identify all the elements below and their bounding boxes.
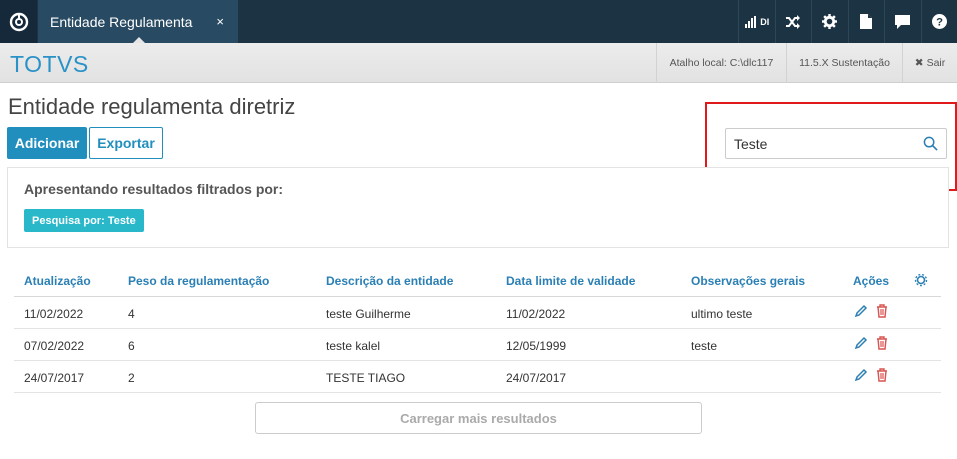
add-button[interactable]: Adicionar bbox=[7, 127, 87, 159]
delete-icon[interactable] bbox=[876, 336, 888, 355]
col-acoes: Ações bbox=[853, 274, 890, 288]
totvs-logo-icon[interactable] bbox=[0, 0, 37, 43]
cell-peso: 4 bbox=[128, 307, 135, 321]
cell-peso: 2 bbox=[128, 371, 135, 385]
col-atualizacao[interactable]: Atualização bbox=[24, 274, 91, 288]
chat-icon[interactable] bbox=[884, 0, 921, 43]
tab-label: Entidade Regulamenta bbox=[50, 13, 193, 30]
table-header: Atualização Peso da regulamentação Descr… bbox=[14, 264, 941, 297]
col-descricao[interactable]: Descrição da entidade bbox=[326, 274, 453, 288]
cell-peso: 6 bbox=[128, 339, 135, 353]
cell-data-limite: 11/02/2022 bbox=[506, 307, 566, 321]
search-input[interactable] bbox=[734, 135, 914, 153]
edit-icon[interactable] bbox=[854, 336, 868, 355]
cell-observacoes: ultimo teste bbox=[691, 307, 753, 321]
edit-icon[interactable] bbox=[854, 368, 868, 387]
column-settings-icon[interactable] bbox=[914, 273, 928, 292]
cell-data-limite: 24/07/2017 bbox=[506, 371, 567, 385]
logout-button[interactable]: ✖ Sair bbox=[902, 43, 957, 83]
export-button[interactable]: Exportar bbox=[89, 127, 163, 159]
document-icon[interactable] bbox=[847, 0, 885, 43]
top-icon-bar: DI ? bbox=[738, 0, 957, 43]
table-row: 24/07/2017 2 TESTE TIAGO 24/07/2017 bbox=[14, 361, 941, 393]
results-table: Atualização Peso da regulamentação Descr… bbox=[14, 264, 941, 393]
close-icon: ✖ bbox=[914, 57, 924, 69]
delete-icon[interactable] bbox=[876, 368, 888, 387]
edit-icon[interactable] bbox=[854, 304, 868, 323]
table-row: 11/02/2022 4 teste Guilherme 11/02/2022 … bbox=[14, 297, 941, 329]
col-data-limite[interactable]: Data limite de validade bbox=[506, 274, 635, 288]
cell-observacoes: teste bbox=[691, 339, 718, 353]
search-icon[interactable] bbox=[923, 136, 938, 156]
cell-atualizacao: 24/07/2017 bbox=[24, 371, 85, 385]
di-label: DI bbox=[760, 16, 770, 27]
col-peso[interactable]: Peso da regulamentação bbox=[128, 274, 269, 288]
cell-descricao: teste kalel bbox=[326, 339, 381, 353]
signal-di-icon[interactable]: DI bbox=[738, 0, 775, 43]
cell-descricao: teste Guilherme bbox=[326, 307, 411, 321]
brand-title: TOTVS bbox=[10, 51, 89, 77]
filter-title: Apresentando resultados filtrados por: bbox=[24, 181, 284, 197]
filter-panel: Apresentando resultados filtrados por: P… bbox=[7, 167, 949, 248]
col-observacoes[interactable]: Observações gerais bbox=[691, 274, 805, 288]
shuffle-icon[interactable] bbox=[774, 0, 812, 43]
page-title: Entidade regulamenta diretriz bbox=[8, 94, 296, 119]
load-more-button[interactable]: Carregar mais resultados bbox=[255, 402, 702, 434]
shortcut-info: Atalho local: C:\dlc117 bbox=[656, 43, 786, 83]
search-field[interactable] bbox=[725, 128, 947, 159]
top-bar: Entidade Regulamenta × DI ? bbox=[0, 0, 957, 44]
help-icon[interactable]: ? bbox=[920, 0, 957, 43]
cell-atualizacao: 07/02/2022 bbox=[24, 339, 85, 353]
cell-atualizacao: 11/02/2022 bbox=[24, 307, 84, 321]
cell-descricao: TESTE TIAGO bbox=[326, 371, 406, 385]
table-row: 07/02/2022 6 teste kalel 12/05/1999 test… bbox=[14, 329, 941, 361]
cell-data-limite: 12/05/1999 bbox=[506, 339, 567, 353]
tab-close-icon[interactable]: × bbox=[216, 14, 224, 29]
filter-tag[interactable]: Pesquisa por: Teste bbox=[24, 209, 144, 232]
version-info: 11.5.X Sustentação bbox=[786, 43, 902, 83]
app-header: TOTVS Atalho local: C:\dlc117 11.5.X Sus… bbox=[0, 43, 957, 83]
gear-icon[interactable] bbox=[811, 0, 848, 43]
delete-icon[interactable] bbox=[876, 304, 888, 323]
logout-label: Sair bbox=[926, 57, 946, 69]
svg-text:?: ? bbox=[936, 17, 943, 29]
